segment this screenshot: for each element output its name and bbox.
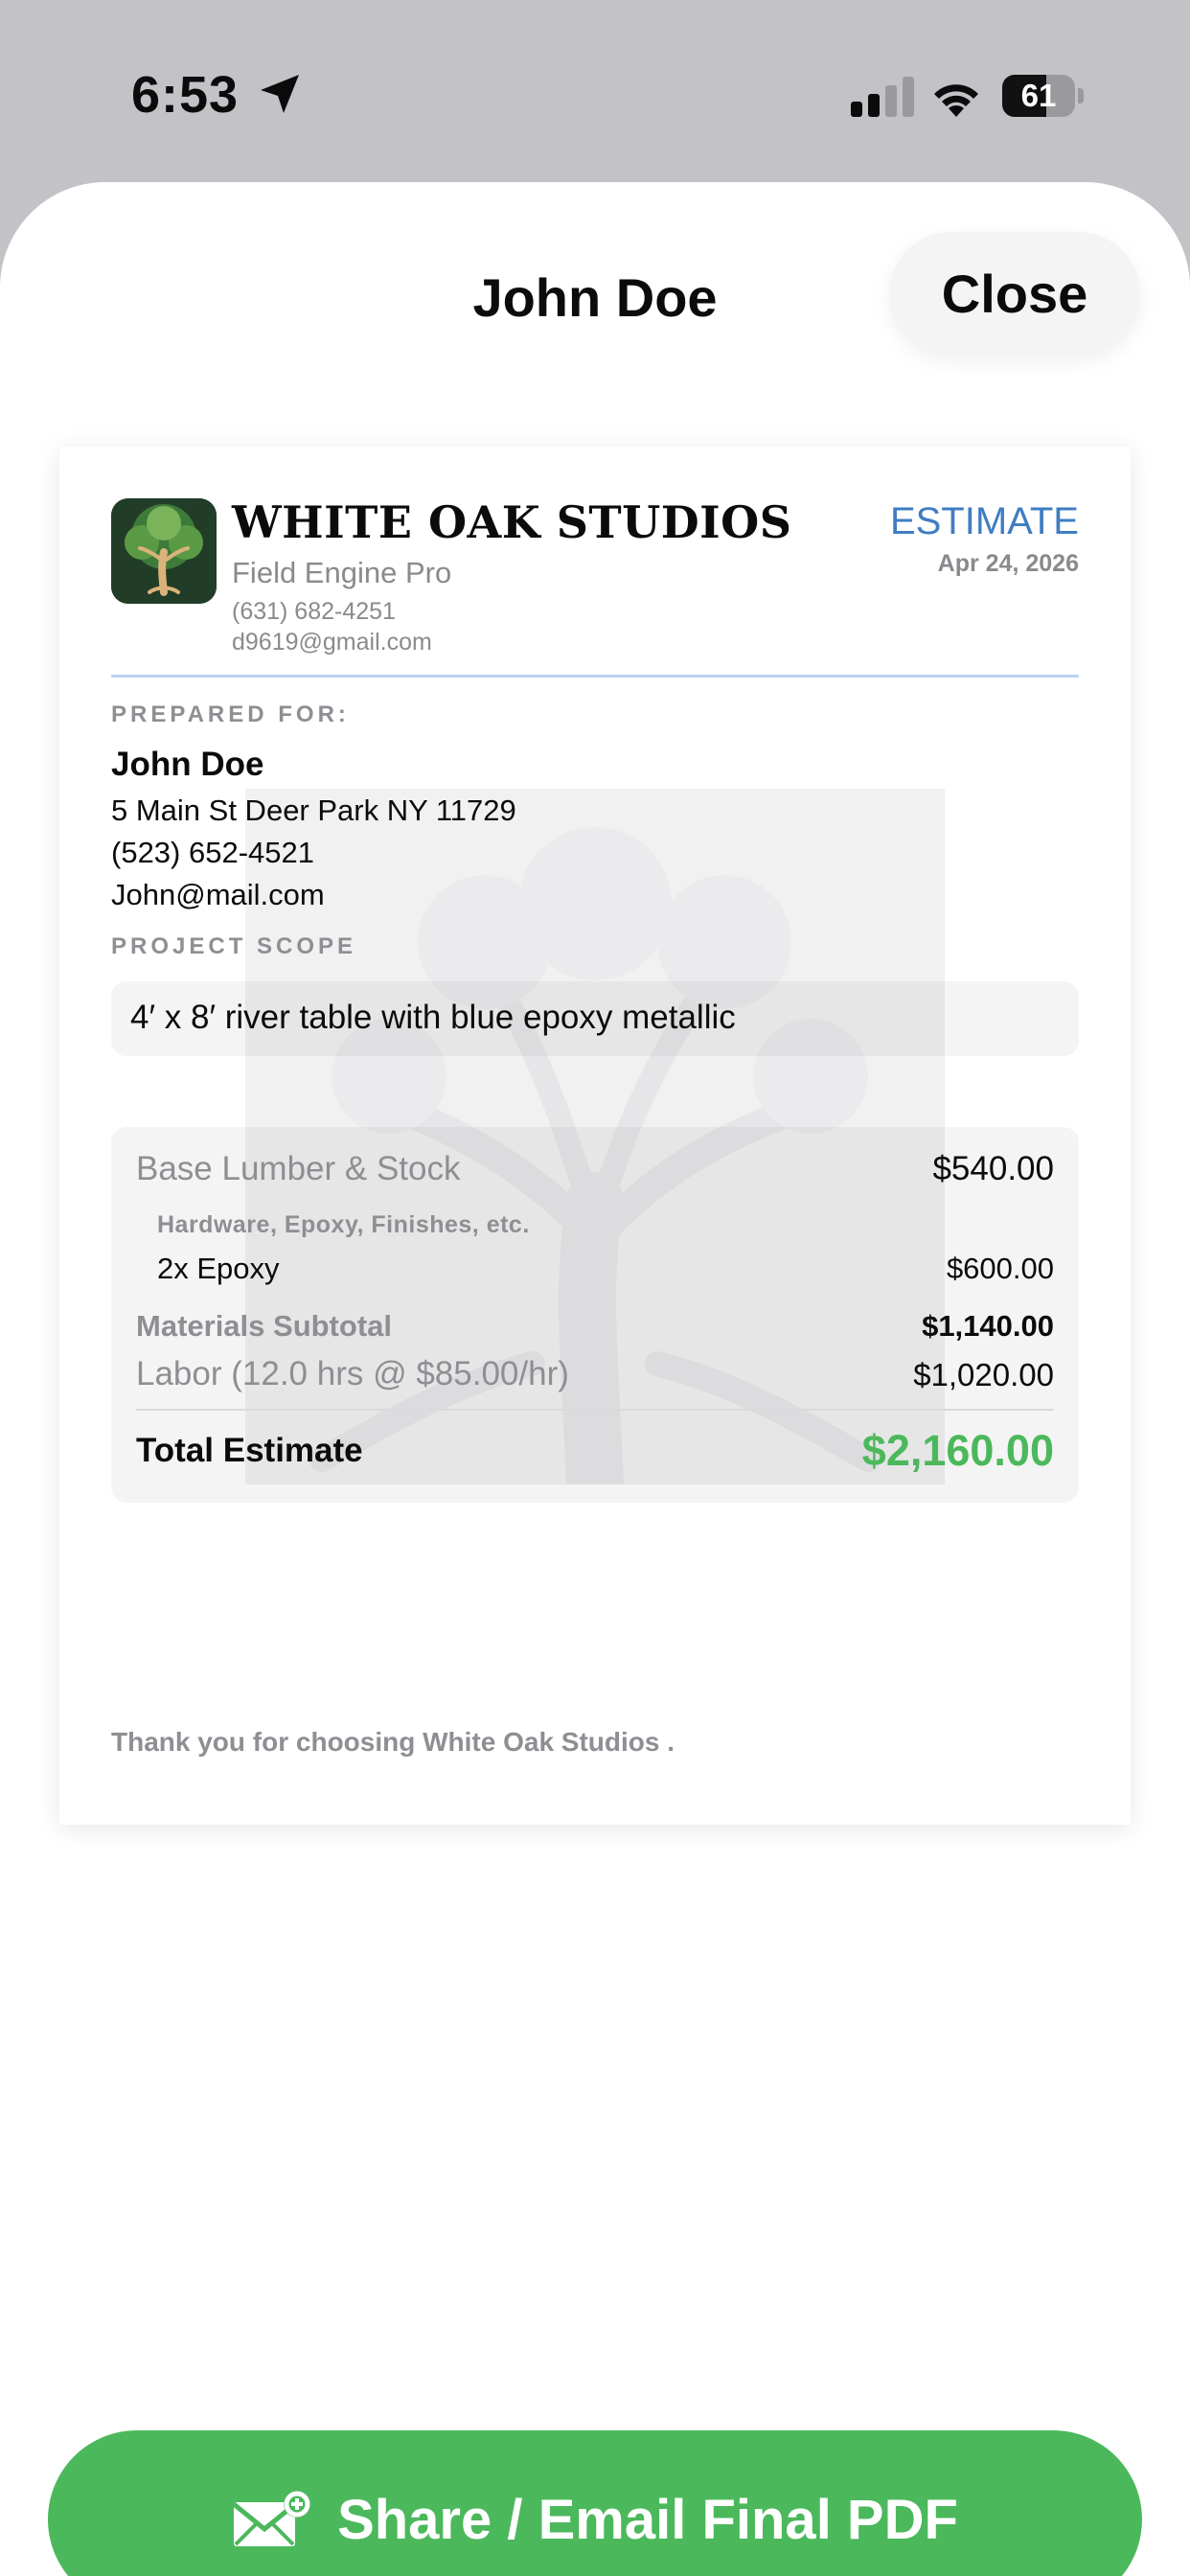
cellular-signal-icon [851,77,914,117]
client-name: John Doe [111,746,264,783]
share-email-pdf-button[interactable]: Share / Email Final PDF [48,2430,1142,2576]
battery-level: 61 [1020,78,1057,113]
labor-amount: $1,020.00 [913,1357,1054,1392]
base-lumber-label: Base Lumber & Stock [136,1150,461,1187]
document-type: ESTIMATE [889,500,1079,542]
preview-sheet: John Doe Close WHITE OAK STUDIOS Field E… [0,182,1190,2576]
status-time: 6:53 [131,66,240,124]
mail-send-icon [232,2491,311,2546]
company-name: WHITE OAK STUDIOS [232,496,792,548]
company-phone: (631) 682-4251 [232,598,396,625]
project-scope-text: 4′ x 8′ river table with blue epoxy meta… [130,999,736,1036]
materials-subtotal-label: Materials Subtotal [136,1309,392,1343]
estimate-document: WHITE OAK STUDIOS Field Engine Pro (631)… [59,447,1131,1825]
materials-subtotal-amount: $1,140.00 [922,1309,1054,1343]
company-email: d9619@gmail.com [232,629,432,656]
thank-you-note: Thank you for choosing White Oak Studios… [111,1727,675,1757]
close-button[interactable]: Close [889,232,1140,356]
client-address: 5 Main St Deer Park NY 11729 [111,794,516,827]
oak-tree-logo-icon [111,498,217,604]
project-scope-label: PROJECT SCOPE [111,933,357,959]
line-item-label: 2x Epoxy [157,1252,280,1285]
share-button-label: Share / Email Final PDF [337,2488,958,2551]
header-divider [111,675,1079,678]
total-estimate-amount: $2,160.00 [861,1426,1054,1475]
labor-label: Labor (12.0 hrs @ $85.00/hr) [136,1355,569,1392]
battery-icon: 61 [1002,75,1085,117]
client-phone: (523) 652-4521 [111,836,314,869]
prepared-for-label: PREPARED FOR: [111,702,350,727]
project-scope-box: 4′ x 8′ river table with blue epoxy meta… [111,981,1079,1056]
location-arrow-icon [261,75,299,113]
client-email: John@mail.com [111,878,325,911]
wifi-icon [934,84,978,117]
company-tagline: Field Engine Pro [232,556,452,589]
hardware-label: Hardware, Epoxy, Finishes, etc. [157,1211,530,1238]
total-divider [136,1409,1054,1411]
document-date: Apr 24, 2026 [937,550,1079,577]
base-lumber-amount: $540.00 [932,1150,1054,1187]
status-bar: 6:53 61 [0,0,1190,182]
line-item-amount: $600.00 [946,1252,1054,1285]
total-estimate-label: Total Estimate [136,1432,363,1469]
cost-breakdown: Base Lumber & Stock $540.00 Hardware, Ep… [111,1127,1079,1503]
